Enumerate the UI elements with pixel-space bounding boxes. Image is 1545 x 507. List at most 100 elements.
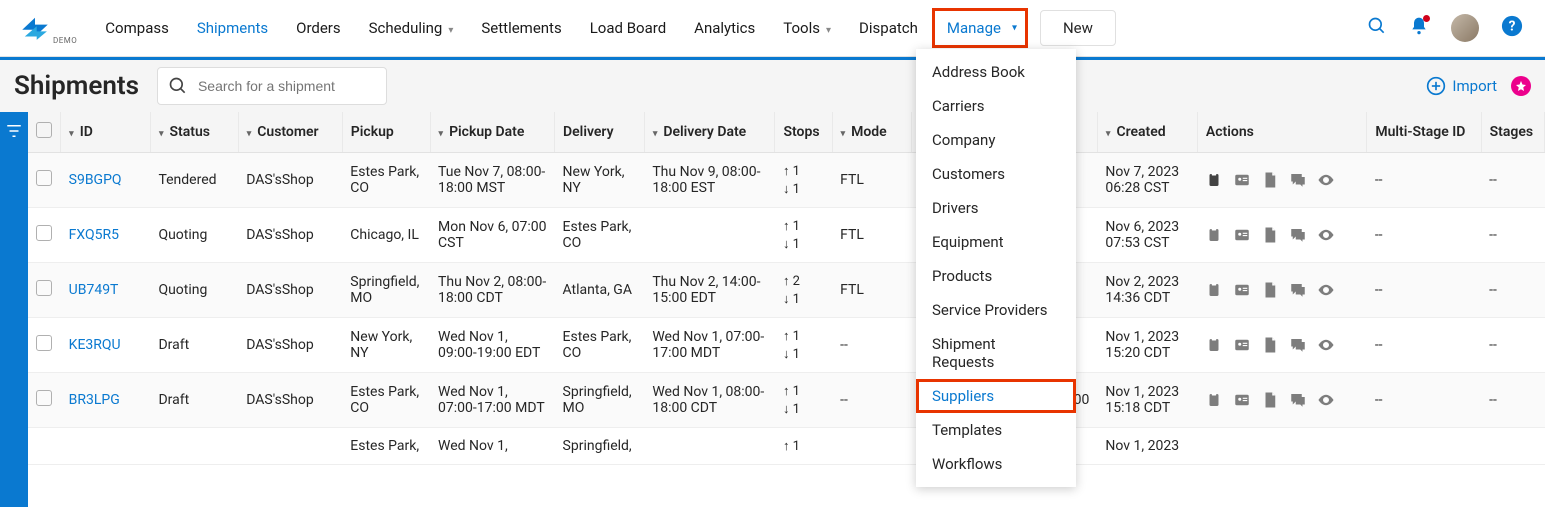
logo[interactable]: DEMO xyxy=(18,11,77,45)
col-delivery-date[interactable]: Delivery Date xyxy=(644,112,775,153)
dropdown-item-company[interactable]: Company xyxy=(916,123,1076,157)
nav-manage[interactable]: Manage xyxy=(932,8,1028,48)
contact-icon[interactable] xyxy=(1233,226,1251,244)
logo-icon xyxy=(18,11,52,45)
dropdown-item-workflows[interactable]: Workflows xyxy=(916,447,1076,481)
cell-delivery: New York, NY xyxy=(555,153,645,208)
clipboard-icon[interactable] xyxy=(1205,336,1223,354)
search-box[interactable] xyxy=(157,67,387,105)
shipment-id-link[interactable]: UB749T xyxy=(69,282,119,298)
document-icon[interactable] xyxy=(1261,281,1279,299)
cell-stops: ↑ 1↓ 1 xyxy=(775,153,832,208)
col-customer[interactable]: Customer xyxy=(238,112,342,153)
cell-created: Nov 7, 2023 06:28 CST xyxy=(1097,153,1197,208)
chat-icon[interactable] xyxy=(1289,226,1307,244)
dropdown-item-customers[interactable]: Customers xyxy=(916,157,1076,191)
document-icon[interactable] xyxy=(1261,391,1279,409)
cell-mode: FTL xyxy=(832,153,912,208)
dropdown-item-service-providers[interactable]: Service Providers xyxy=(916,293,1076,327)
cell-pickup-date: Thu Nov 2, 08:00-18:00 CDT xyxy=(430,263,555,318)
eye-icon[interactable] xyxy=(1317,171,1335,189)
nav-shipments[interactable]: Shipments xyxy=(183,1,282,55)
table-row: KE3RQU Draft DAS'sShop New York, NY Wed … xyxy=(28,318,1545,373)
shipment-id-link[interactable]: S9BGPQ xyxy=(69,172,122,188)
col-stops[interactable]: Stops xyxy=(775,112,832,153)
clipboard-icon[interactable] xyxy=(1205,281,1223,299)
col-created[interactable]: Created xyxy=(1097,112,1197,153)
cell-pickup: Estes Park, CO xyxy=(342,153,430,208)
chat-icon[interactable] xyxy=(1289,171,1307,189)
nav-settlements[interactable]: Settlements xyxy=(467,1,575,55)
bell-icon[interactable] xyxy=(1409,16,1429,40)
dropdown-item-carriers[interactable]: Carriers xyxy=(916,89,1076,123)
col-checkbox[interactable] xyxy=(28,112,61,153)
filter-rail[interactable] xyxy=(0,112,28,507)
cell-pickup: New York, NY xyxy=(342,318,430,373)
nav-tools[interactable]: Tools xyxy=(769,1,845,55)
eye-icon[interactable] xyxy=(1317,281,1335,299)
new-button[interactable]: New xyxy=(1040,10,1116,46)
avatar[interactable] xyxy=(1451,14,1479,42)
row-checkbox[interactable] xyxy=(36,225,52,241)
eye-icon[interactable] xyxy=(1317,391,1335,409)
nav-analytics[interactable]: Analytics xyxy=(680,1,769,55)
col-delivery[interactable]: Delivery xyxy=(555,112,645,153)
col-pickup[interactable]: Pickup xyxy=(342,112,430,153)
dropdown-item-suppliers[interactable]: Suppliers xyxy=(916,379,1076,413)
nav-compass[interactable]: Compass xyxy=(91,1,183,55)
clipboard-icon[interactable] xyxy=(1205,226,1223,244)
clipboard-icon[interactable] xyxy=(1205,171,1223,189)
cell-created: Nov 6, 2023 07:53 CST xyxy=(1097,208,1197,263)
document-icon[interactable] xyxy=(1261,336,1279,354)
document-icon[interactable] xyxy=(1261,226,1279,244)
dropdown-item-shipment-requests[interactable]: Shipment Requests xyxy=(916,327,1076,379)
cell-delivery: Estes Park, CO xyxy=(555,318,645,373)
chat-icon[interactable] xyxy=(1289,281,1307,299)
contact-icon[interactable] xyxy=(1233,336,1251,354)
eye-icon[interactable] xyxy=(1317,336,1335,354)
nav-dispatch[interactable]: Dispatch xyxy=(845,1,932,55)
contact-icon[interactable] xyxy=(1233,281,1251,299)
cell-pickup: Estes Park, xyxy=(342,428,430,465)
search-icon[interactable] xyxy=(1367,16,1387,40)
search-input[interactable] xyxy=(198,78,379,94)
shipment-id-link[interactable]: BR3LPG xyxy=(69,392,120,408)
shipment-id-link[interactable]: FXQ5R5 xyxy=(69,227,119,243)
favorite-badge[interactable] xyxy=(1511,76,1531,96)
cell-pickup: Springfield, MO xyxy=(342,263,430,318)
nav-load-board[interactable]: Load Board xyxy=(576,1,680,55)
dropdown-item-address-book[interactable]: Address Book xyxy=(916,55,1076,89)
cell-stages: -- xyxy=(1481,263,1544,318)
col-mode[interactable]: Mode xyxy=(832,112,912,153)
help-icon[interactable]: ? xyxy=(1501,15,1523,41)
shipment-id-link[interactable]: KE3RQU xyxy=(69,337,121,353)
row-checkbox[interactable] xyxy=(36,335,52,351)
document-icon[interactable] xyxy=(1261,171,1279,189)
dropdown-item-templates[interactable]: Templates xyxy=(916,413,1076,447)
nav-scheduling[interactable]: Scheduling xyxy=(355,1,468,55)
col-stages[interactable]: Stages xyxy=(1481,112,1544,153)
col-pickup-date[interactable]: Pickup Date xyxy=(430,112,555,153)
cell-created: Nov 2, 2023 14:36 CDT xyxy=(1097,263,1197,318)
chat-icon[interactable] xyxy=(1289,391,1307,409)
eye-icon[interactable] xyxy=(1317,226,1335,244)
col-multi-stage[interactable]: Multi-Stage ID xyxy=(1367,112,1481,153)
import-button[interactable]: Import xyxy=(1426,76,1497,96)
col-status[interactable]: Status xyxy=(150,112,238,153)
contact-icon[interactable] xyxy=(1233,391,1251,409)
dropdown-item-products[interactable]: Products xyxy=(916,259,1076,293)
cell-stages xyxy=(1481,428,1544,465)
contact-icon[interactable] xyxy=(1233,171,1251,189)
table-row: Estes Park, Wed Nov 1, Springfield, ↑ 1 … xyxy=(28,428,1545,465)
row-checkbox[interactable] xyxy=(36,390,52,406)
dropdown-item-drivers[interactable]: Drivers xyxy=(916,191,1076,225)
clipboard-icon[interactable] xyxy=(1205,391,1223,409)
dropdown-item-equipment[interactable]: Equipment xyxy=(916,225,1076,259)
row-checkbox[interactable] xyxy=(36,280,52,296)
col-id[interactable]: ID xyxy=(61,112,151,153)
row-checkbox[interactable] xyxy=(36,170,52,186)
cell-mode: -- xyxy=(832,373,912,428)
nav-orders[interactable]: Orders xyxy=(282,1,355,55)
chat-icon[interactable] xyxy=(1289,336,1307,354)
cell-stops: ↑ 1 xyxy=(775,428,832,465)
